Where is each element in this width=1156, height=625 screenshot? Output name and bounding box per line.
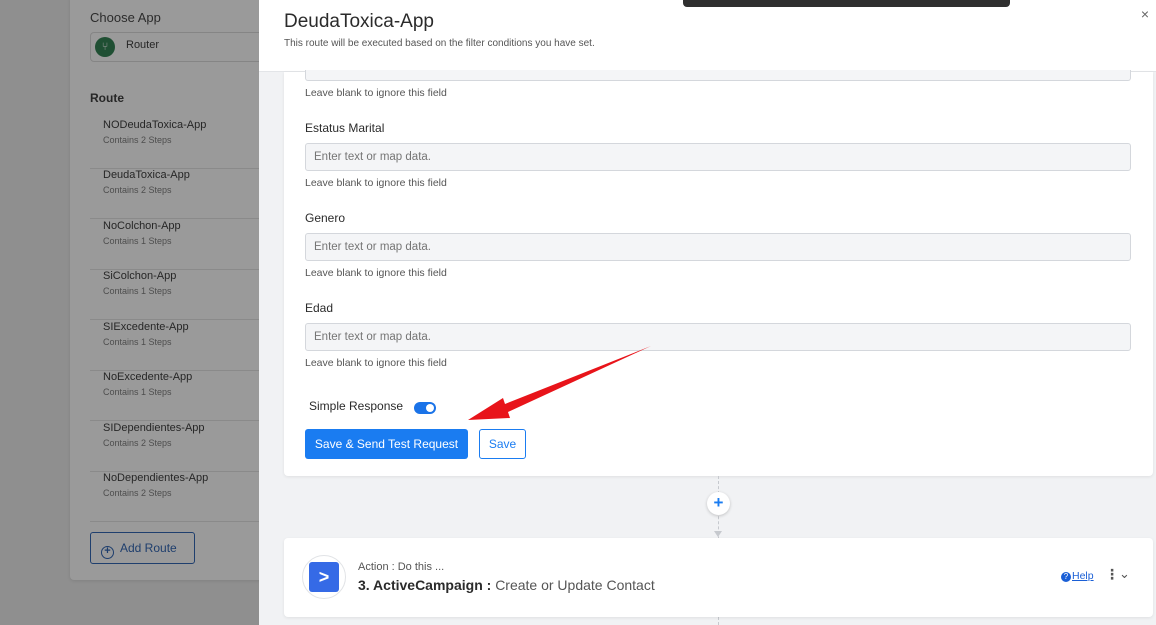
route-steps: Contains 2 Steps — [103, 488, 172, 498]
plus-circle-icon: + — [101, 546, 114, 559]
simple-response-label: Simple Response — [309, 399, 404, 413]
simple-response-toggle[interactable] — [414, 402, 436, 414]
field-hint: Leave blank to ignore this field — [305, 267, 447, 279]
activecampaign-icon: > — [309, 562, 339, 592]
route-name: DeudaToxica-App — [103, 169, 190, 181]
action-step-card[interactable]: > Action : Do this ... 3. ActiveCampaign… — [284, 538, 1153, 617]
route-steps: Contains 1 Steps — [103, 337, 172, 347]
route-item[interactable]: NoColchon-App Contains 1 Steps — [90, 220, 260, 270]
route-steps: Contains 1 Steps — [103, 236, 172, 246]
route-steps: Contains 1 Steps — [103, 286, 172, 296]
route-name: SIExcedente-App — [103, 321, 189, 333]
add-route-button[interactable]: + Add Route — [90, 532, 195, 564]
previous-field-input[interactable] — [305, 70, 1131, 81]
chevron-down-icon[interactable]: ⌄ — [1119, 566, 1130, 582]
field-hint: Leave blank to ignore this field — [305, 357, 447, 369]
field-label-edad: Edad — [305, 301, 334, 315]
app-logo-wrap: > — [302, 555, 346, 599]
route-item[interactable]: DeudaToxica-App Contains 2 Steps — [90, 169, 260, 219]
route-name: NoColchon-App — [103, 220, 181, 232]
save-button[interactable]: Save — [479, 429, 526, 459]
toggle-knob — [426, 404, 434, 412]
estatus-marital-input[interactable] — [305, 143, 1131, 171]
add-step-button[interactable]: + — [707, 492, 730, 515]
route-item[interactable]: SiColchon-App Contains 1 Steps — [90, 270, 260, 320]
app-select-value: Router — [126, 39, 160, 51]
help-link[interactable]: ? Help — [1061, 570, 1094, 582]
router-icon: ⑂ — [95, 37, 115, 57]
route-name: SIDependientes-App — [103, 422, 205, 434]
help-icon: ? — [1061, 572, 1071, 582]
filter-form: Leave blank to ignore this field Estatus… — [284, 70, 1153, 476]
more-options-icon[interactable]: ⋮ — [1105, 567, 1119, 581]
connector-arrow-icon — [714, 531, 722, 537]
action-title: 3. ActiveCampaign : Create or Update Con… — [358, 577, 655, 593]
choose-app-label: Choose App — [90, 10, 161, 25]
save-send-test-button[interactable]: Save & Send Test Request — [305, 429, 468, 459]
action-event: Create or Update Contact — [495, 577, 655, 593]
route-item[interactable]: NoExcedente-App Contains 1 Steps — [90, 371, 260, 421]
route-heading: Route — [90, 91, 124, 105]
app-select[interactable] — [90, 32, 270, 62]
field-label-genero: Genero — [305, 211, 346, 225]
page-title: DeudaToxica-App — [284, 11, 434, 32]
route-name: NoExcedente-App — [103, 371, 193, 383]
route-name: NoDependientes-App — [103, 472, 209, 484]
top-notification-bar — [683, 0, 1010, 7]
add-route-label: Add Route — [120, 541, 177, 555]
close-icon[interactable]: × — [1141, 6, 1149, 22]
route-steps: Contains 2 Steps — [103, 438, 172, 448]
edad-input[interactable] — [305, 323, 1131, 351]
genero-input[interactable] — [305, 233, 1131, 261]
route-item[interactable]: NODeudaToxica-App Contains 2 Steps — [90, 119, 260, 169]
field-hint: Leave blank to ignore this field — [305, 177, 447, 189]
route-item[interactable]: SIExcedente-App Contains 1 Steps — [90, 321, 260, 371]
field-label-estatus-marital: Estatus Marital — [305, 121, 385, 135]
action-subtitle: Action : Do this ... — [358, 561, 445, 573]
modal-header: DeudaToxica-App This route will be execu… — [259, 0, 1156, 72]
help-label: Help — [1072, 570, 1094, 582]
route-steps: Contains 2 Steps — [103, 135, 172, 145]
modal-subtitle: This route will be executed based on the… — [284, 38, 595, 49]
route-steps: Contains 2 Steps — [103, 185, 172, 195]
route-name: NODeudaToxica-App — [103, 119, 207, 131]
field-hint: Leave blank to ignore this field — [305, 87, 447, 99]
route-item[interactable]: NoDependientes-App Contains 2 Steps — [90, 472, 260, 522]
route-steps: Contains 1 Steps — [103, 387, 172, 397]
route-item[interactable]: SIDependientes-App Contains 2 Steps — [90, 422, 260, 472]
action-step-name: 3. ActiveCampaign : — [358, 577, 492, 593]
route-modal: DeudaToxica-App This route will be execu… — [259, 0, 1156, 625]
route-name: SiColchon-App — [103, 270, 177, 282]
